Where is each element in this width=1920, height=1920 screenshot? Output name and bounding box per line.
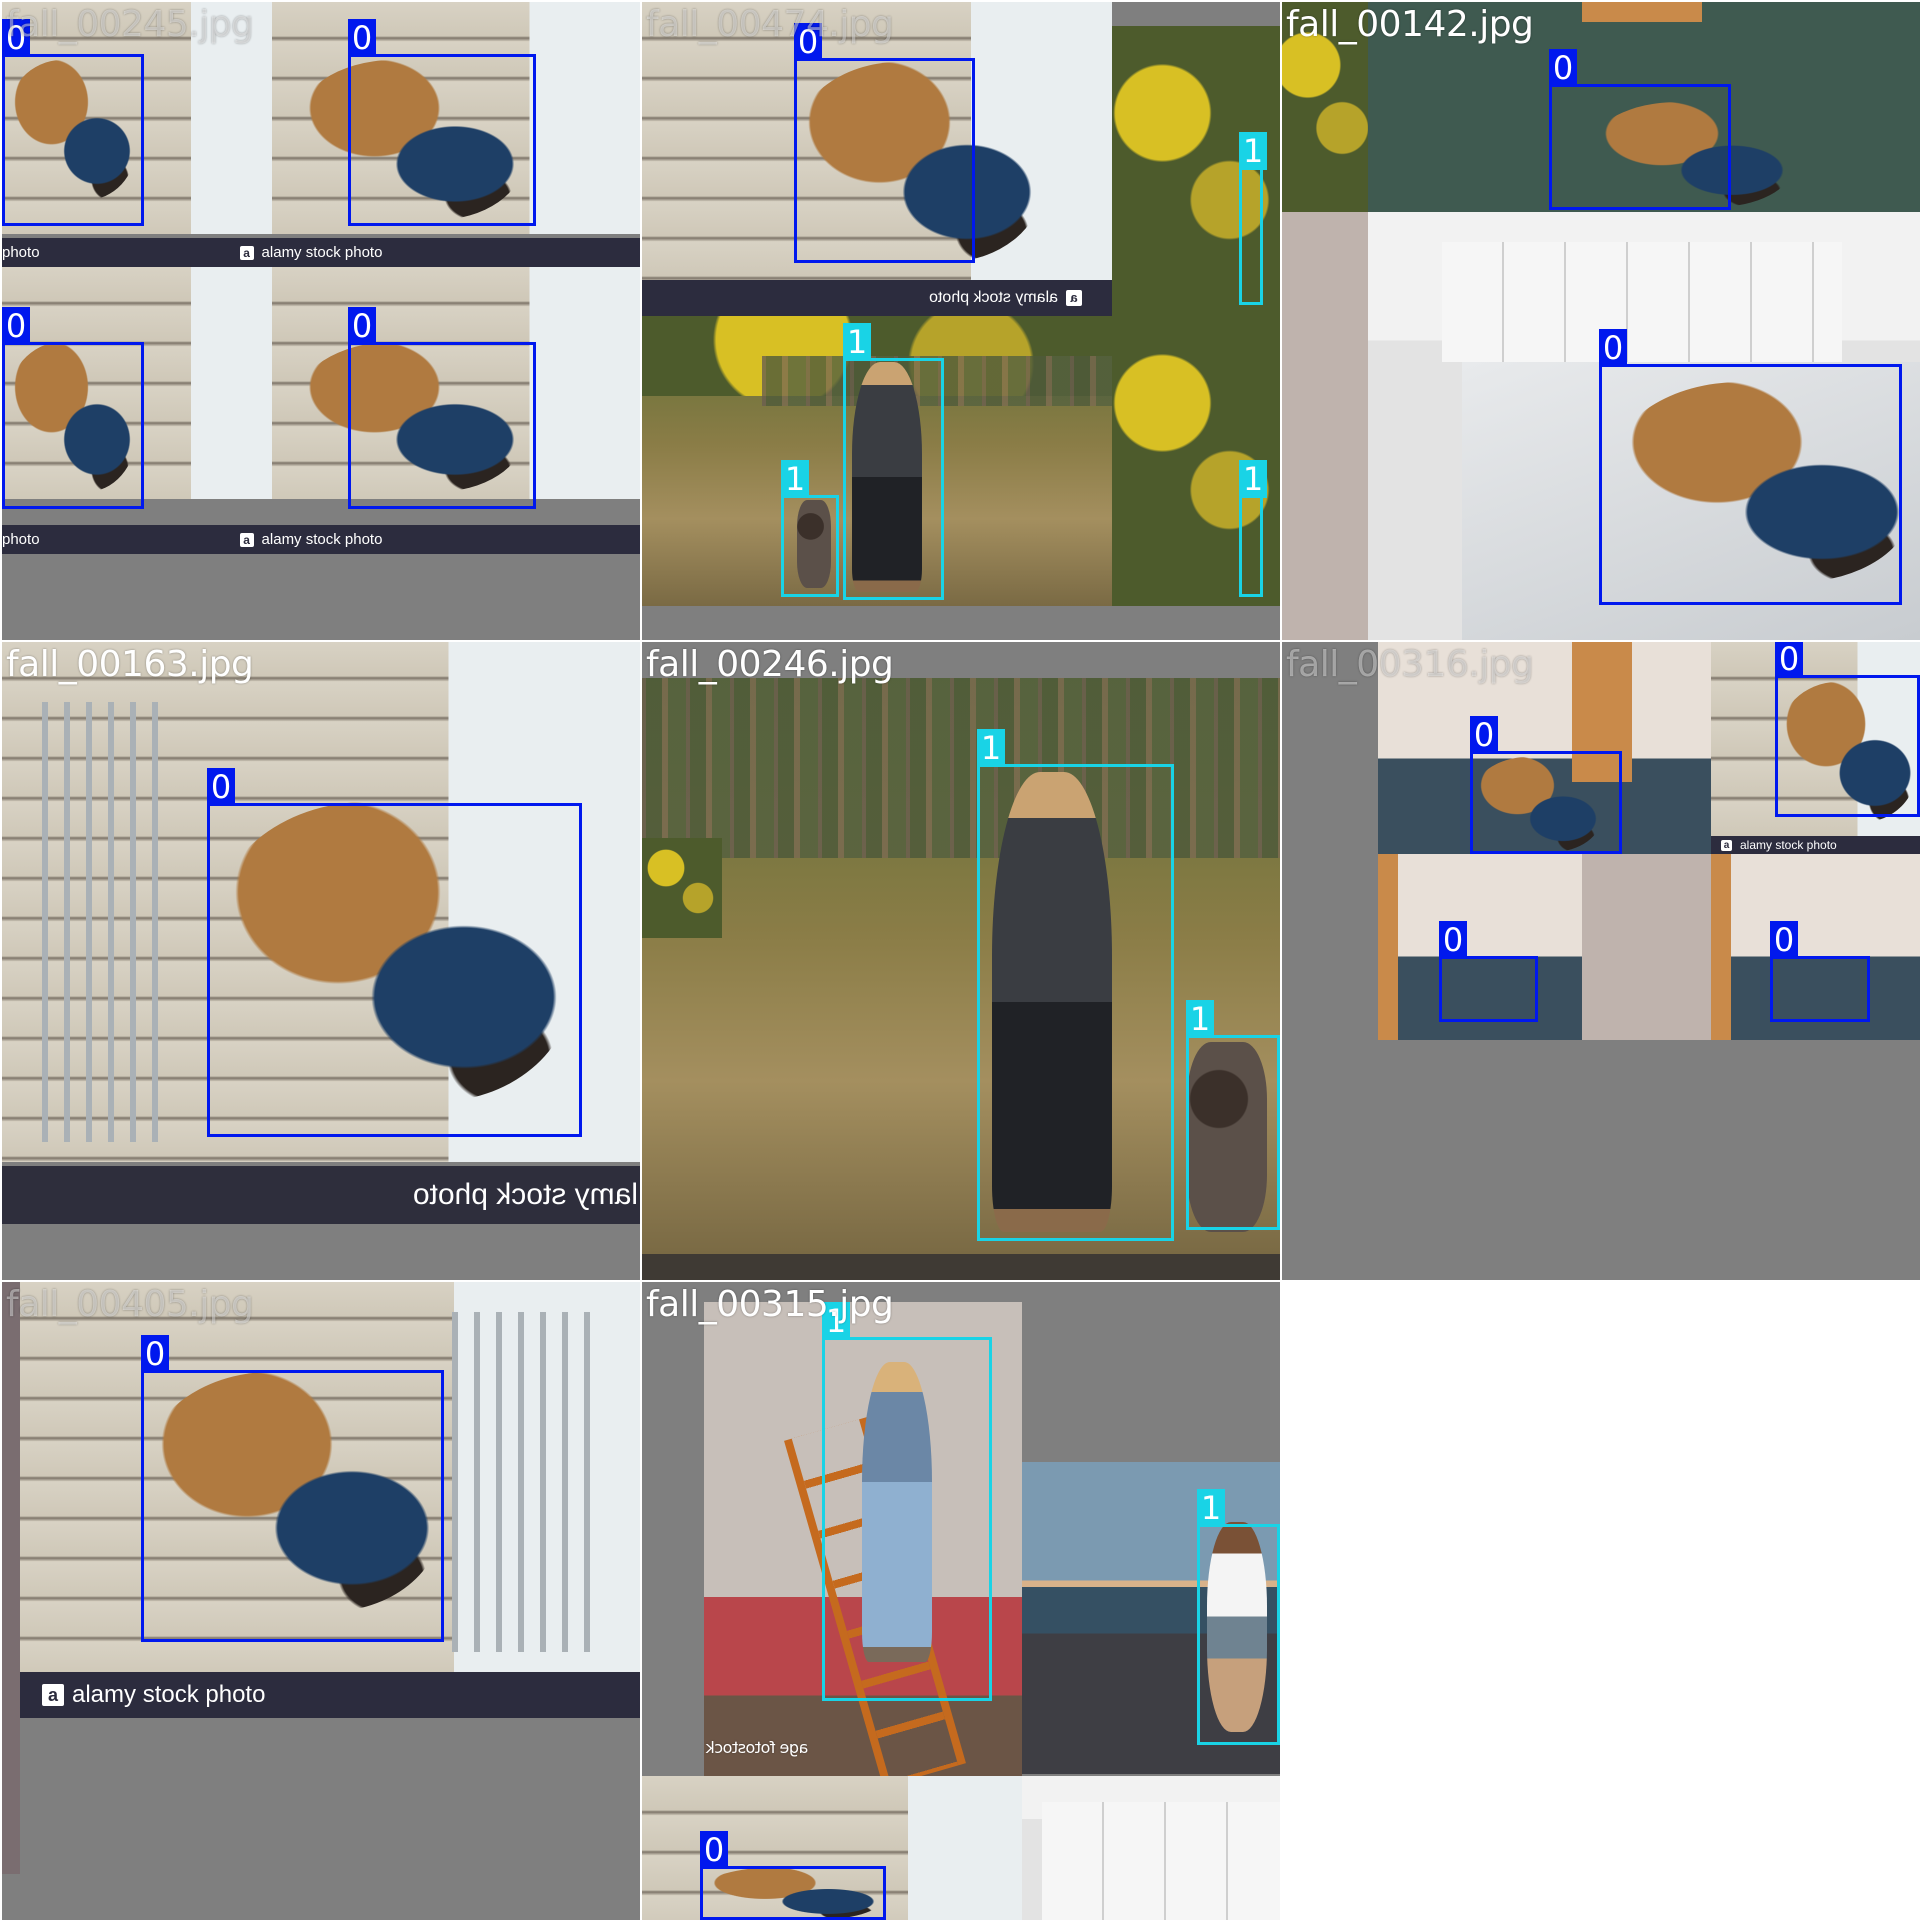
image-filename: fall_00142.jpg bbox=[1286, 4, 1534, 45]
watermark-bar: photo a alamy stock photo bbox=[2, 238, 640, 267]
bbox-label: 1 bbox=[1197, 1489, 1225, 1527]
watermark-text: photo bbox=[2, 531, 40, 548]
bbox-person: 1 bbox=[1239, 132, 1267, 305]
image-tile bbox=[2, 1282, 20, 1874]
bbox-fall: 0 bbox=[2, 307, 144, 509]
bbox-label: 1 bbox=[781, 460, 809, 498]
alamy-logo-icon: a bbox=[42, 1684, 64, 1706]
bbox-label: 0 bbox=[1549, 49, 1577, 87]
watermark-bar: a alamy stock photo bbox=[20, 1672, 640, 1718]
bbox-label: 0 bbox=[207, 768, 235, 806]
bbox-fall: 0 bbox=[1770, 921, 1870, 1022]
image-filename: fall_00405.jpg bbox=[6, 1284, 254, 1325]
bbox-label: 0 bbox=[1439, 921, 1467, 959]
bbox-fall: 0 bbox=[1470, 716, 1622, 854]
stair-railing bbox=[452, 1312, 592, 1652]
watermark-bar: a alamy stock photo bbox=[642, 280, 1112, 316]
bbox-label: 0 bbox=[141, 1335, 169, 1373]
bbox-person: 1 bbox=[781, 460, 839, 597]
door bbox=[1378, 854, 1398, 1040]
image-tile bbox=[642, 1254, 1280, 1280]
alamy-logo-icon: a bbox=[239, 533, 254, 547]
foliage bbox=[642, 838, 722, 938]
bbox-person: 1 bbox=[1239, 460, 1267, 597]
bbox-label: 1 bbox=[977, 729, 1005, 767]
bbox-fall: 0 bbox=[348, 19, 536, 226]
bbox-label: 0 bbox=[1599, 329, 1627, 367]
watermark-text: alamy stock photo bbox=[929, 289, 1058, 306]
door bbox=[1711, 854, 1731, 1040]
bbox-label: 1 bbox=[1239, 132, 1267, 170]
bbox-person: 1 bbox=[977, 729, 1174, 1241]
bbox-person: 1 bbox=[1197, 1489, 1280, 1745]
image-filename: fall_00315.jpg bbox=[646, 1284, 894, 1325]
bbox-fall: 0 bbox=[1599, 329, 1902, 605]
image-filename: fall_00474.jpg bbox=[646, 4, 894, 45]
bbox-label: 1 bbox=[1239, 460, 1267, 498]
bbox-label: 0 bbox=[348, 19, 376, 57]
bbox-person: 1 bbox=[1186, 1000, 1280, 1230]
watermark-text: age fotostock bbox=[706, 1738, 809, 1757]
bbox-label: 1 bbox=[843, 323, 871, 361]
bbox-fall: 0 bbox=[1439, 921, 1538, 1022]
bbox-fall: 0 bbox=[700, 1831, 886, 1920]
furniture bbox=[1582, 2, 1702, 22]
bbox-person: 1 bbox=[843, 323, 944, 600]
watermark-text: lamy stock photo bbox=[412, 1178, 638, 1211]
bbox-fall: 0 bbox=[794, 23, 975, 263]
watermark-text: alamy stock photo bbox=[72, 1681, 266, 1708]
kitchen-cabinets bbox=[1042, 1802, 1280, 1920]
mosaic-cell-6: a alamy stock photo 0 0 0 0 fall_00316.jp… bbox=[1282, 642, 1920, 1280]
mosaic-cell-5: 1 1 fall_00246.jpg bbox=[642, 642, 1280, 1280]
bbox-fall: 0 bbox=[348, 307, 536, 509]
bbox-fall: 0 bbox=[2, 19, 144, 226]
stair-railing bbox=[42, 702, 162, 1142]
bbox-fall: 0 bbox=[1775, 642, 1920, 817]
image-filename: fall_00316.jpg bbox=[1286, 644, 1534, 685]
watermark-text: alamy stock photo bbox=[1740, 838, 1837, 852]
image-filename: fall_00245.jpg bbox=[6, 4, 254, 45]
watermark-text: alamy stock photo bbox=[261, 531, 383, 548]
bbox-fall: 0 bbox=[1549, 49, 1731, 210]
mosaic-cell-7: a alamy stock photo 0 fall_00405.jpg bbox=[2, 1282, 640, 1920]
bbox-label: 0 bbox=[700, 1831, 728, 1869]
bbox-label: 0 bbox=[2, 307, 30, 345]
bbox-fall: 0 bbox=[207, 768, 582, 1137]
watermark-text: photo bbox=[2, 244, 40, 261]
mosaic-cell-4: lamy stock photo 0 fall_00163.jpg bbox=[2, 642, 640, 1280]
alamy-logo-icon: a bbox=[1721, 839, 1732, 851]
bbox-label: 0 bbox=[348, 307, 376, 345]
trees bbox=[642, 678, 1280, 858]
mosaic-cell-2: a alamy stock photo 0 1 1 1 1 fall_00474.… bbox=[642, 2, 1280, 640]
mosaic-cell-3: 0 0 fall_00142.jpg bbox=[1282, 2, 1920, 640]
bbox-label: 0 bbox=[1470, 716, 1498, 754]
image-tile bbox=[642, 678, 1280, 1254]
bbox-person: 1 bbox=[822, 1302, 992, 1701]
mosaic-cell-8: age fotostock 1 1 0 fall_00315.jpg bbox=[642, 1282, 1280, 1920]
alamy-logo-icon: a bbox=[239, 246, 254, 260]
image-filename: fall_00163.jpg bbox=[6, 644, 254, 685]
bbox-label: 1 bbox=[1186, 1000, 1214, 1038]
watermark-bar: a alamy stock photo bbox=[1711, 836, 1920, 854]
watermark-text: alamy stock photo bbox=[261, 244, 383, 261]
wall bbox=[1582, 854, 1711, 1040]
bbox-label: 0 bbox=[1775, 642, 1803, 678]
bbox-label: 0 bbox=[1770, 921, 1798, 959]
mosaic-cell-1: photo a alamy stock photo photo a alamy st… bbox=[2, 2, 640, 640]
watermark-bar: lamy stock photo bbox=[2, 1166, 640, 1224]
watermark-bar: photo a alamy stock photo bbox=[2, 525, 640, 554]
alamy-logo-icon: a bbox=[1066, 290, 1082, 306]
kitchen-cabinets bbox=[1442, 242, 1842, 362]
image-tile bbox=[1282, 212, 1368, 640]
bbox-fall: 0 bbox=[141, 1335, 444, 1642]
image-filename: fall_00246.jpg bbox=[646, 644, 894, 685]
